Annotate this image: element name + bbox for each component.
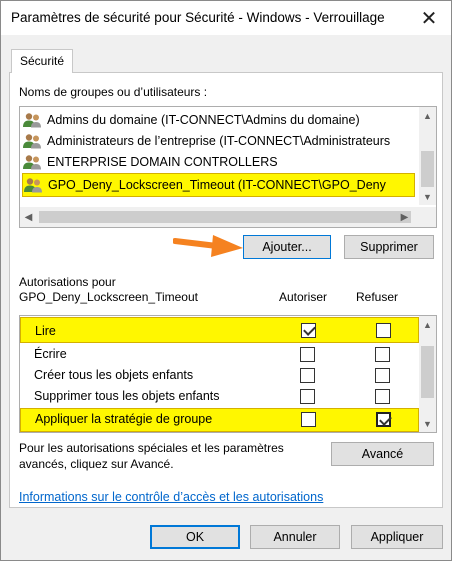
permission-row-create-children[interactable]: Créer tous les objets enfants: [20, 365, 419, 386]
group-item-label: Admins du domaine (IT-CONNECT\Admins du …: [47, 113, 360, 127]
group-item-admins-entreprise[interactable]: Administrateurs de l’entreprise (IT-CONN…: [22, 131, 415, 151]
group-item-label: Administrateurs de l’entreprise (IT-CONN…: [47, 134, 391, 148]
groups-listbox[interactable]: Admins du domaine (IT-CONNECT\Admins du …: [19, 106, 437, 228]
allow-checkbox-read[interactable]: [301, 323, 316, 338]
close-button[interactable]: ✕: [407, 1, 451, 35]
scroll-left-icon[interactable]: ◀: [20, 207, 37, 227]
permission-name: Écrire: [34, 347, 67, 361]
scroll-down-icon[interactable]: ▼: [419, 415, 436, 432]
security-dialog: Paramètres de sécurité pour Sécurité - W…: [0, 0, 452, 561]
permission-row-apply-gpo[interactable]: Appliquer la stratégie de groupe: [20, 408, 419, 432]
groups-vertical-scrollbar[interactable]: ▲ ▼: [419, 107, 436, 205]
title-bar: Paramètres de sécurité pour Sécurité - W…: [1, 1, 451, 35]
group-item-gpo-deny[interactable]: GPO_Deny_Lockscreen_Timeout (IT-CONNECT\…: [22, 173, 415, 197]
add-button[interactable]: Ajouter...: [243, 235, 331, 259]
advanced-hint-line1: Pour les autorisations spéciales et les …: [19, 441, 284, 455]
group-item-admins-domaine[interactable]: Admins du domaine (IT-CONNECT\Admins du …: [22, 110, 415, 130]
group-item-enterprise-dc[interactable]: ENTERPRISE DOMAIN CONTROLLERS: [22, 152, 415, 172]
permission-name: Appliquer la stratégie de groupe: [35, 412, 213, 426]
permission-name: Supprimer tous les objets enfants: [34, 389, 220, 403]
allow-checkbox-delete-children[interactable]: [300, 389, 315, 404]
permissions-scrollbar[interactable]: ▲ ▼: [419, 316, 436, 432]
apply-button[interactable]: Appliquer: [351, 525, 443, 549]
groups-label: Noms de groupes ou d’utilisateurs :: [19, 85, 208, 99]
users-group-icon: [23, 155, 41, 170]
remove-button[interactable]: Supprimer: [344, 235, 434, 259]
window-title: Paramètres de sécurité pour Sécurité - W…: [11, 10, 385, 25]
access-control-info-link[interactable]: Informations sur le contrôle d’accès et …: [19, 490, 323, 504]
close-icon: ✕: [420, 7, 438, 30]
permission-name: Lire: [35, 324, 56, 338]
scroll-up-icon[interactable]: ▲: [419, 316, 436, 333]
group-item-label: ENTERPRISE DOMAIN CONTROLLERS: [47, 155, 278, 169]
tab-security[interactable]: Sécurité: [11, 49, 74, 73]
deny-checkbox-apply-gpo[interactable]: [376, 412, 391, 427]
group-item-label: GPO_Deny_Lockscreen_Timeout (IT-CONNECT\…: [48, 178, 386, 192]
deny-checkbox-delete-children[interactable]: [375, 389, 390, 404]
column-header-allow: Autoriser: [279, 290, 328, 304]
permissions-list[interactable]: Lire Écrire Créer tous les objets enfant…: [19, 315, 437, 433]
permission-name: Créer tous les objets enfants: [34, 368, 194, 382]
deny-checkbox-write[interactable]: [375, 347, 390, 362]
annotation-arrow-icon: [173, 235, 243, 257]
scroll-thumb[interactable]: [421, 151, 434, 187]
permission-row-read[interactable]: Lire: [20, 317, 419, 343]
permissions-label-line2: GPO_Deny_Lockscreen_Timeout: [19, 290, 198, 304]
permissions-label-line1: Autorisations pour: [19, 275, 116, 289]
scroll-thumb[interactable]: [421, 346, 434, 398]
ok-button[interactable]: OK: [150, 525, 240, 549]
scroll-up-icon[interactable]: ▲: [419, 107, 436, 124]
deny-checkbox-read[interactable]: [376, 323, 391, 338]
scroll-right-icon[interactable]: ▶: [396, 207, 413, 227]
allow-checkbox-write[interactable]: [300, 347, 315, 362]
advanced-hint-line2: avancés, cliquez sur Avancé.: [19, 457, 174, 471]
users-group-icon: [24, 178, 42, 193]
permission-row-delete-children[interactable]: Supprimer tous les objets enfants: [20, 386, 419, 407]
users-group-icon: [23, 134, 41, 149]
scroll-down-icon[interactable]: ▼: [419, 188, 436, 205]
advanced-button[interactable]: Avancé: [331, 442, 434, 466]
deny-checkbox-create-children[interactable]: [375, 368, 390, 383]
scroll-thumb[interactable]: [39, 211, 411, 223]
allow-checkbox-apply-gpo[interactable]: [301, 412, 316, 427]
groups-horizontal-scrollbar[interactable]: ◀ ▶: [20, 207, 436, 227]
allow-checkbox-create-children[interactable]: [300, 368, 315, 383]
permission-row-write[interactable]: Écrire: [20, 344, 419, 365]
cancel-button[interactable]: Annuler: [250, 525, 340, 549]
users-group-icon: [23, 113, 41, 128]
column-header-deny: Refuser: [356, 290, 399, 304]
